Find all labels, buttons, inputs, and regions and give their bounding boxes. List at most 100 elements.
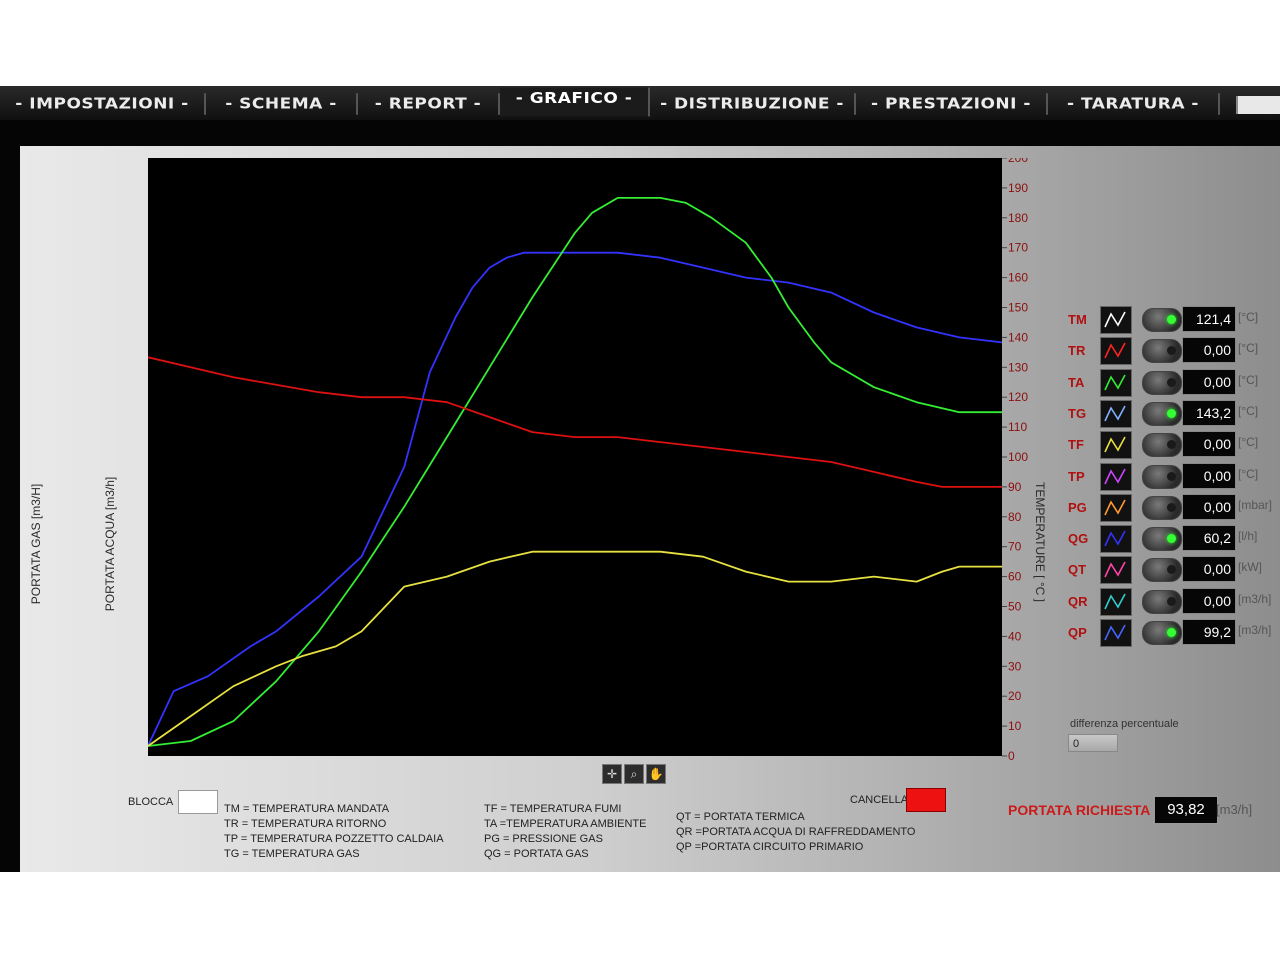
channel-value: 143,2: [1182, 399, 1236, 426]
tab-scroll-corner[interactable]: [1236, 96, 1280, 114]
trace-style-glyph: [1104, 405, 1126, 422]
temp-tick-label: 160: [1008, 271, 1028, 285]
zoom-icon[interactable]: ⌕: [624, 764, 644, 784]
channel-code: TM: [1068, 312, 1087, 327]
diff-percent-input[interactable]: 0: [1068, 734, 1118, 752]
cancella-button[interactable]: [906, 788, 946, 812]
channel-toggle[interactable]: [1142, 495, 1182, 520]
tab-grafico[interactable]: - GRAFICO -: [500, 87, 650, 117]
led-indicator: [1167, 502, 1176, 512]
blocca-button[interactable]: [178, 790, 218, 814]
temp-tick-label: 30: [1008, 659, 1022, 673]
channel-value: 0,00: [1182, 462, 1236, 489]
temp-tick-label: 120: [1008, 390, 1028, 404]
channel-unit: [°C]: [1238, 435, 1259, 450]
portata-richiesta-label: PORTATA RICHIESTA: [1008, 802, 1151, 818]
legend-entry: QR =PORTATA ACQUA DI RAFFREDDAMENTO: [676, 826, 916, 838]
channel-value: 121,4: [1182, 306, 1236, 332]
led-indicator: [1167, 315, 1176, 324]
channel-toggle[interactable]: [1142, 527, 1182, 552]
crosshair-icon[interactable]: ✛: [602, 764, 622, 784]
trace-style-icon[interactable]: [1100, 587, 1132, 616]
temp-tick-label: 170: [1008, 241, 1028, 255]
tab-bar: - IMPOSTAZIONI - - SCHEMA - - REPORT - -…: [0, 86, 1280, 120]
channel-code: TF: [1068, 437, 1084, 453]
trace-style-glyph: [1104, 593, 1126, 610]
led-indicator: [1167, 596, 1176, 606]
trace-style-glyph: [1104, 374, 1126, 390]
legend-entry: PG = PRESSIONE GAS: [484, 833, 603, 845]
tab-distribuzione[interactable]: - DISTRIBUZIONE -: [650, 93, 856, 115]
temperature-axis-ticks: 2001901801701601501401301201101009080706…: [1002, 158, 1028, 763]
trend-chart[interactable]: 2500240023002200210020001900180017001600…: [148, 158, 1050, 770]
trace-style-glyph: [1104, 311, 1126, 328]
channel-toggle[interactable]: [1142, 308, 1182, 332]
temp-tick-label: 20: [1008, 689, 1022, 703]
temp-tick-label: 110: [1008, 420, 1027, 434]
tab-impostazioni[interactable]: - IMPOSTAZIONI -: [0, 93, 206, 115]
led-indicator: [1167, 534, 1176, 544]
legend-entry: TF = TEMPERATURA FUMI: [484, 803, 622, 815]
led-indicator: [1167, 377, 1176, 387]
portata-richiesta-unit: [m3/h]: [1216, 802, 1253, 817]
channel-code: QG: [1068, 531, 1089, 547]
tab-taratura[interactable]: - TARATURA -: [1048, 93, 1220, 115]
temp-tick-label: 150: [1008, 301, 1028, 315]
channel-toggle[interactable]: [1142, 558, 1182, 583]
channel-toggle[interactable]: [1142, 401, 1182, 426]
trace-style-icon[interactable]: [1100, 368, 1132, 397]
tab-report[interactable]: - REPORT -: [358, 93, 500, 115]
tab-schema[interactable]: - SCHEMA -: [206, 93, 358, 115]
temp-tick-label: 180: [1008, 211, 1028, 225]
trace-style-glyph: [1104, 436, 1126, 453]
channel-unit: [mbar]: [1238, 497, 1273, 512]
trace-style-icon[interactable]: [1100, 556, 1132, 585]
temp-tick-label: 50: [1008, 600, 1022, 614]
blocca-label: BLOCCA: [128, 796, 174, 808]
led-indicator: [1167, 408, 1176, 418]
channel-toggle[interactable]: [1142, 370, 1182, 395]
trace-style-glyph: [1104, 624, 1126, 641]
channel-toggle[interactable]: [1142, 621, 1182, 645]
temp-tick-label: 70: [1008, 540, 1022, 554]
trace-style-icon[interactable]: [1100, 399, 1132, 428]
channel-toggle[interactable]: [1142, 464, 1182, 489]
acqua-axis-label: PORTATA ACQUA [m3/h]: [103, 476, 117, 612]
trace-style-icon[interactable]: [1100, 306, 1132, 334]
trace-style-icon[interactable]: [1100, 462, 1132, 491]
pan-hand-icon[interactable]: ✋: [646, 764, 666, 784]
temp-tick-label: 190: [1008, 181, 1028, 195]
temp-tick-label: 60: [1008, 570, 1022, 584]
channel-unit: [°C]: [1238, 403, 1259, 418]
channel-toggle[interactable]: [1142, 589, 1182, 614]
temp-tick-label: 140: [1008, 330, 1028, 344]
channel-unit: [m3/h]: [1238, 623, 1272, 637]
legend-entry: TM = TEMPERATURA MANDATA: [224, 803, 390, 815]
legend-entry: QG = PORTATA GAS: [484, 848, 589, 860]
trace-style-icon[interactable]: [1100, 525, 1132, 554]
channel-toggle[interactable]: [1142, 339, 1182, 364]
gas-axis-label: PORTATA GAS [m3/H]: [29, 483, 43, 605]
legend-entry: TP = TEMPERATURA POZZETTO CALDAIA: [224, 833, 444, 845]
tab-prestazioni[interactable]: - PRESTAZIONI -: [856, 93, 1048, 115]
channel-unit: [°C]: [1238, 341, 1259, 356]
trace-style-glyph: [1104, 342, 1126, 359]
trace-style-icon[interactable]: [1100, 619, 1132, 647]
led-indicator: [1167, 440, 1176, 450]
trace-style-icon[interactable]: [1100, 337, 1132, 366]
trace-style-glyph: [1104, 562, 1126, 578]
trace-style-glyph: [1104, 468, 1126, 484]
channel-unit: [kW]: [1238, 560, 1262, 575]
channel-value: 60,2: [1182, 525, 1236, 552]
channel-unit: [°C]: [1238, 310, 1259, 324]
trace-style-icon[interactable]: [1100, 431, 1132, 460]
trace-style-icon[interactable]: [1100, 493, 1132, 522]
channel-code: QT: [1068, 562, 1087, 578]
cancella-label: CANCELLA: [850, 794, 909, 806]
channel-code: TP: [1068, 468, 1085, 484]
led-indicator: [1167, 565, 1176, 575]
channel-toggle[interactable]: [1142, 433, 1182, 458]
legend-entry: QP =PORTATA CIRCUITO PRIMARIO: [676, 841, 864, 853]
channel-value: 0,00: [1182, 587, 1236, 614]
channel-code: TR: [1068, 343, 1086, 359]
